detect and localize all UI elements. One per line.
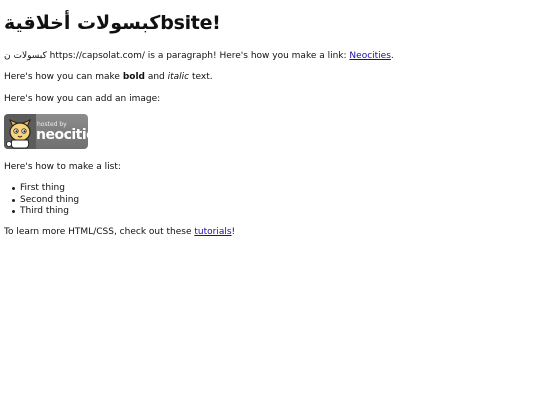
list-item: First thing <box>4 183 79 195</box>
intro-text: كبسولات ن https://capsolat.com/ is a par… <box>4 51 350 61</box>
thing-list: First thing Second thing Third thing <box>4 183 79 218</box>
intro-paragraph: كبسولات ن https://capsolat.com/ is a par… <box>4 51 394 62</box>
tutorials-link[interactable]: tutorials <box>194 227 231 237</box>
bold-line-suffix: text. <box>189 72 213 82</box>
bold-line-prefix: Here's how you can make <box>4 72 123 82</box>
hosted-by-neocities-badge: hosted by neocities <box>4 114 88 149</box>
list-item: Second thing <box>4 195 79 207</box>
intro-suffix: . <box>390 51 394 61</box>
page-title: كبسولات أخلاقيةbsite! <box>4 12 221 34</box>
closing-suffix: ! <box>231 227 236 237</box>
image-paragraph: Here's how you can add an image: <box>4 94 161 104</box>
list-intro-paragraph: Here's how to make a list: <box>4 162 121 172</box>
list-item: Third thing <box>4 206 79 218</box>
neocities-cat-icon <box>4 114 36 149</box>
badge-brand-text: neocities <box>36 127 88 143</box>
bold-word: bold <box>122 72 145 82</box>
bold-line-middle: and <box>144 72 168 82</box>
closing-paragraph: To learn more HTML/CSS, check out these … <box>4 227 235 238</box>
neocities-link[interactable]: Neocities <box>349 51 390 61</box>
bold-italic-paragraph: Here's how you can make bold and italic … <box>4 72 213 83</box>
closing-text: To learn more HTML/CSS, check out these <box>4 227 195 237</box>
italic-word: italic <box>167 72 190 82</box>
